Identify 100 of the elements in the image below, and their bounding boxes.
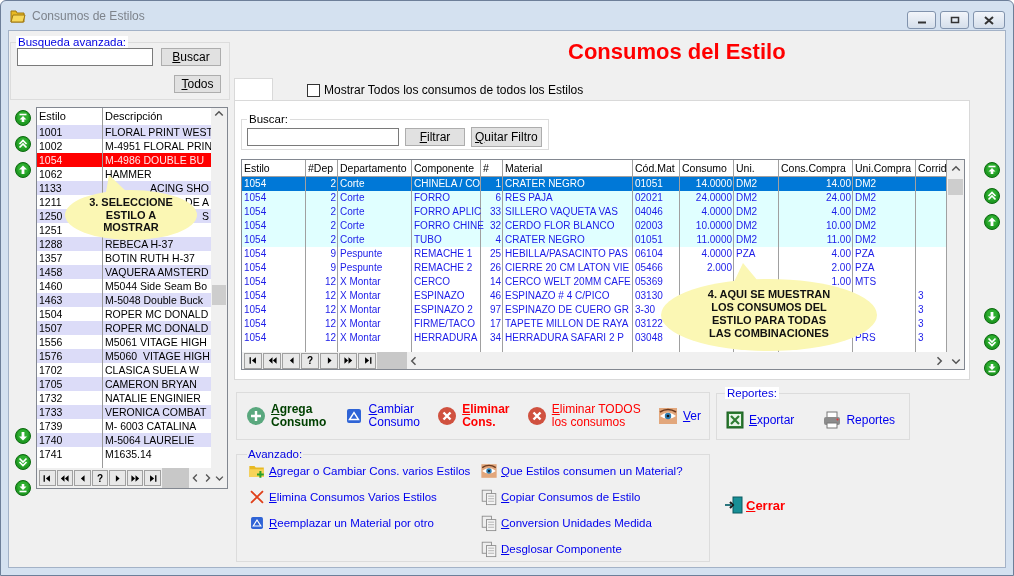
first-record-button[interactable]: [244, 352, 262, 369]
double-arrow-up-icon[interactable]: [15, 136, 31, 152]
search-button[interactable]: Buscar: [161, 48, 221, 66]
table-cell: S: [202, 210, 209, 222]
help-button[interactable]: ?: [91, 470, 109, 486]
close-icon[interactable]: [984, 15, 994, 25]
next-page-button[interactable]: [339, 352, 357, 369]
table-cell: PZA: [853, 247, 916, 261]
window-title: Consumos de Estilos: [32, 8, 146, 23]
next-record-button[interactable]: [320, 352, 338, 369]
table-cell: 1054: [242, 233, 306, 247]
last-record-button[interactable]: [144, 470, 161, 486]
table-cell: 4.00: [779, 247, 853, 261]
previous-page-button[interactable]: [56, 470, 74, 486]
reports-button[interactable]: Reportes: [822, 410, 896, 430]
filter-field[interactable]: [247, 128, 399, 146]
table-cell: 9: [306, 261, 338, 275]
close-button[interactable]: [973, 11, 1005, 29]
table-cell: 4: [481, 233, 503, 247]
arrow-down-to-line-icon[interactable]: [984, 360, 1000, 376]
table-cell-text: M5060 VITAGE HIGH: [104, 349, 211, 363]
double-arrow-down-icon[interactable]: [15, 454, 31, 470]
skip-first-icon[interactable]: [248, 356, 258, 365]
table-cell-text: M-4986 DOUBLE BU: [104, 153, 206, 167]
show-all-checkbox[interactable]: [307, 83, 320, 97]
previous-record-button[interactable]: [282, 352, 300, 369]
link[interactable]: Reemplazar un Material por otro: [247, 513, 434, 533]
scrollbar-thumb[interactable]: [212, 285, 226, 305]
add-consumption-button[interactable]: Agrega Consumo: [246, 403, 327, 429]
link[interactable]: Desglosar Componente: [479, 539, 622, 559]
double-right-icon[interactable]: [343, 356, 353, 365]
close-link[interactable]: Cerrar: [724, 495, 786, 515]
arrow-down-icon[interactable]: [15, 428, 31, 444]
arrow-up-icon[interactable]: [984, 214, 1000, 230]
link[interactable]: Agregar o Cambiar Cons. varios Estilos: [247, 461, 471, 481]
table-cell-text: REBECA H-37: [104, 237, 175, 251]
table-cell-text: ROPER MC DONALD: [104, 307, 210, 321]
table-cell: ACING SHO: [150, 182, 209, 194]
table-cell: 1054: [242, 289, 306, 303]
scrollbar-thumb[interactable]: [948, 179, 963, 195]
link[interactable]: Copiar Consumos de Estilo: [479, 487, 641, 507]
clear-filter-button[interactable]: Quitar Filtro: [471, 127, 542, 147]
next-page-button[interactable]: [126, 470, 144, 486]
skip-last-icon[interactable]: [362, 356, 372, 365]
previous-page-button[interactable]: [263, 352, 281, 369]
group-label: Reportes:: [725, 387, 779, 399]
triangle-right-icon[interactable]: [113, 473, 123, 483]
search-field[interactable]: [17, 48, 153, 66]
next-record-button[interactable]: [109, 470, 126, 486]
table-cell-text: VERONICA COMBAT: [104, 405, 208, 419]
table-cell: X Montar: [338, 289, 412, 303]
documents-icon: [480, 488, 498, 506]
table-cell: 1054: [242, 331, 306, 345]
show-all-button[interactable]: Todos: [174, 75, 221, 93]
arrow-up-to-line-icon[interactable]: [984, 162, 1000, 178]
link[interactable]: Que Estilos consumen un Material?: [479, 461, 683, 481]
table-cell: REMACHE 1: [412, 247, 481, 261]
table-cell: 25: [481, 247, 503, 261]
table-cell: 1054: [242, 261, 306, 275]
column-header[interactable]: Descripción: [103, 108, 211, 125]
table-cell-text: BOTIN RUTH H-37: [104, 251, 196, 265]
edit-consumption-button[interactable]: Cambiar Consumo: [343, 403, 420, 429]
double-right-icon[interactable]: [130, 473, 140, 483]
previous-record-button[interactable]: [74, 470, 91, 486]
table-cell: DM2: [734, 233, 779, 247]
table-cell: PZA: [734, 247, 779, 261]
table-cell-text: FLORAL PRINT WEST: [104, 125, 211, 139]
double-left-icon[interactable]: [267, 356, 277, 365]
group-label: Busqueda avanzada:: [16, 36, 129, 48]
table-cell: 12: [306, 275, 338, 289]
maximize-button[interactable]: [940, 11, 969, 29]
documents-icon: [480, 540, 498, 558]
table-cell: 1458: [37, 265, 103, 279]
first-record-button[interactable]: [39, 470, 56, 486]
table-cell: 26: [481, 261, 503, 275]
last-record-button[interactable]: [358, 352, 376, 369]
delete-all-button[interactable]: Eliminar TODOS los consumos: [526, 403, 641, 429]
table-cell: 9: [306, 247, 338, 261]
arrow-down-to-line-icon[interactable]: [15, 480, 31, 496]
delete-consumption-button[interactable]: Eliminar Cons.: [437, 403, 510, 429]
table-cell: 1507: [37, 321, 103, 335]
skip-last-icon[interactable]: [148, 473, 158, 483]
link[interactable]: Elimina Consumos Varios Estilos: [247, 487, 437, 507]
help-button[interactable]: ?: [301, 352, 319, 369]
skip-first-icon[interactable]: [42, 473, 52, 483]
link[interactable]: Conversion Unidades Medida: [479, 513, 652, 533]
filter-button[interactable]: Filtrar: [405, 128, 465, 146]
double-arrow-up-icon[interactable]: [984, 188, 1000, 204]
export-button[interactable]: Exportar: [725, 410, 795, 430]
table-cell: HERRADURA: [412, 331, 481, 345]
table-cell: 11.0000: [680, 233, 734, 247]
view-button[interactable]: Ver: [657, 406, 701, 426]
double-arrow-down-icon[interactable]: [984, 334, 1000, 350]
maximize-icon[interactable]: [949, 16, 960, 24]
arrow-up-icon[interactable]: [15, 162, 31, 178]
arrow-up-to-line-icon[interactable]: [15, 110, 31, 126]
checkbox-label[interactable]: Mostrar Todos los consumos de todos los Estilos: [324, 83, 584, 97]
arrow-down-icon[interactable]: [984, 308, 1000, 324]
table-cell: CIERRE 20 CM LATON VIE: [503, 261, 633, 275]
double-left-icon[interactable]: [60, 473, 70, 483]
